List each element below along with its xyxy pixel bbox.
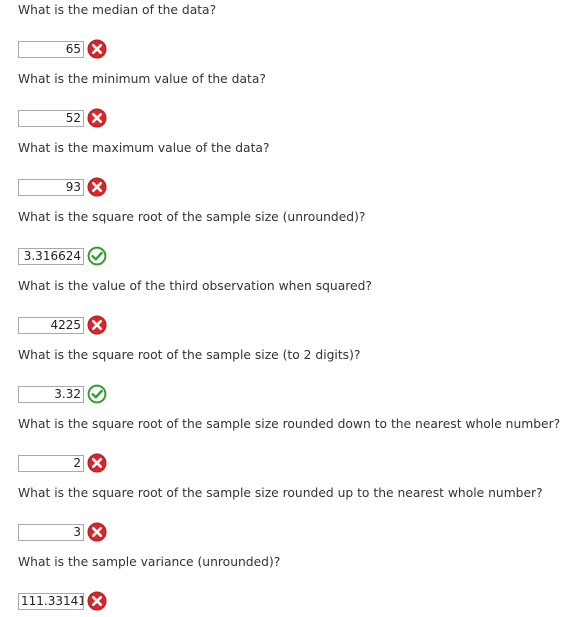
answer-row: 3.316624 [18,246,107,266]
question-text: What is the square root of the sample si… [18,348,361,362]
answer-row: 52 [18,108,107,128]
answer-row: 2 [18,453,107,473]
question-text: What is the square root of the sample si… [18,210,366,224]
answer-input[interactable]: 65 [18,40,84,58]
answer-input[interactable]: 2 [18,454,84,472]
answer-input[interactable]: 4225 [18,316,84,334]
x-circle-icon [87,177,107,197]
answer-row: 3 [18,522,107,542]
answer-row: 65 [18,39,107,59]
check-circle-icon [87,384,107,404]
answer-row: 3.32 [18,384,107,404]
question-text: What is the median of the data? [18,3,217,17]
answer-input[interactable]: 3 [18,523,84,541]
answer-input[interactable]: 52 [18,109,84,127]
question-item: What is the median of the data? 65 [18,0,563,63]
question-text: What is the square root of the sample si… [18,486,543,500]
answer-input[interactable]: 3.316624 [18,247,84,265]
quiz-question-list: What is the median of the data? 65 What … [18,0,563,615]
answer-row: 93 [18,177,107,197]
question-item: What is the square root of the sample si… [18,339,563,408]
question-item: What is the square root of the sample si… [18,477,563,546]
question-text: What is the value of the third observati… [18,279,372,293]
question-item: What is the square root of the sample si… [18,408,563,477]
question-text: What is the maximum value of the data? [18,141,270,155]
x-circle-icon [87,522,107,542]
check-circle-icon [87,246,107,266]
question-item: What is the value of the third observati… [18,270,563,339]
x-circle-icon [87,453,107,473]
x-circle-icon [87,591,107,611]
x-circle-icon [87,108,107,128]
question-item: What is the square root of the sample si… [18,201,563,270]
answer-input[interactable]: 3.32 [18,385,84,403]
question-item: What is the minimum value of the data? 5… [18,63,563,132]
answer-row: 4225 [18,315,107,335]
x-circle-icon [87,315,107,335]
question-text: What is the sample variance (unrounded)? [18,555,281,569]
question-text: What is the square root of the sample si… [18,417,561,431]
answer-row: 111.33141 [18,591,107,611]
x-circle-icon [87,39,107,59]
answer-input[interactable]: 111.33141 [18,592,84,610]
question-item: What is the sample variance (unrounded)?… [18,546,563,615]
answer-input[interactable]: 93 [18,178,84,196]
question-text: What is the minimum value of the data? [18,72,266,86]
question-item: What is the maximum value of the data? 9… [18,132,563,201]
